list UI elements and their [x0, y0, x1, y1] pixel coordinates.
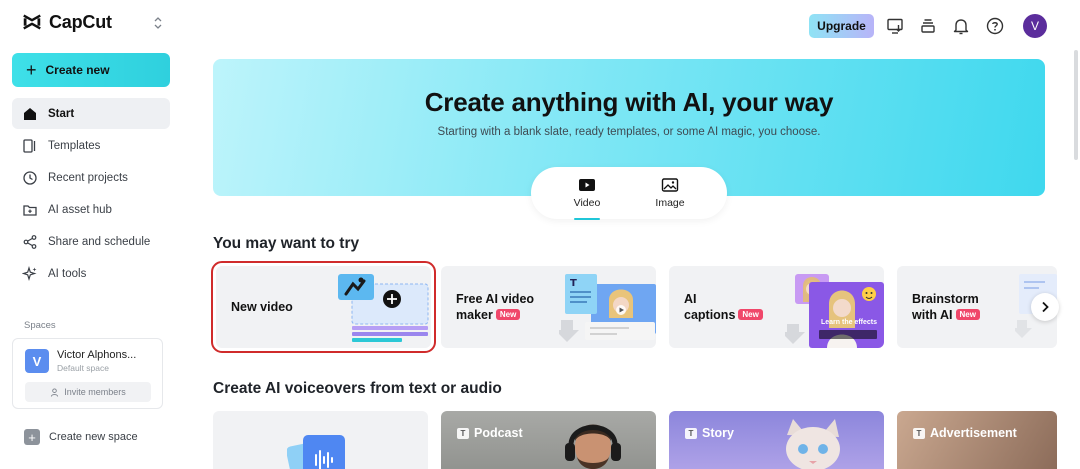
sidebar-item-templates[interactable]: Templates [12, 130, 170, 161]
card-label: AI captions New [684, 291, 763, 323]
voiceover-card-advertisement[interactable]: T Advertisement [897, 411, 1057, 469]
space-name: Victor Alphons... [57, 349, 137, 361]
chevron-right-icon [1042, 301, 1049, 313]
new-badge: New [955, 309, 980, 320]
tab-label: Image [655, 197, 685, 209]
spaces-heading: Spaces [24, 320, 56, 331]
tab-video[interactable]: Video [557, 177, 617, 209]
plus-icon: + [26, 60, 37, 80]
sidebar-item-label: AI tools [48, 267, 87, 280]
invite-members-label: Invite members [64, 387, 126, 397]
sparkle-icon [22, 265, 37, 281]
card-label: T Advertisement [913, 426, 1017, 440]
ai-captions-card[interactable]: AI captions New Learn the effects [669, 266, 884, 348]
svg-text:T: T [570, 278, 577, 289]
help-icon[interactable] [985, 16, 1005, 36]
story-cat-image [786, 419, 840, 469]
card-label-line2-text: maker [456, 308, 493, 322]
voiceover-card-audio[interactable] [213, 411, 428, 469]
sidebar-item-label: Start [48, 107, 75, 120]
media-type-switcher: Video Image [531, 167, 727, 220]
share-icon [23, 234, 37, 249]
home-icon [24, 107, 36, 120]
asset-hub-icon [23, 204, 37, 216]
page-scrollbar[interactable] [1074, 50, 1078, 160]
sidebar-item-label: Templates [48, 139, 101, 152]
sidebar: CapCut + Create new Start Templates Rece… [0, 0, 182, 469]
brand-name: CapCut [49, 11, 112, 32]
card-label-line2: maker New [456, 307, 534, 323]
voiceover-section-title: Create AI voiceovers from text or audio [213, 380, 502, 397]
carousel-next-button[interactable] [1031, 293, 1059, 321]
ai-video-maker-illustration: T [559, 274, 656, 342]
brand[interactable]: CapCut [21, 11, 112, 33]
image-icon [661, 178, 679, 192]
sidebar-item-label: AI asset hub [48, 203, 112, 216]
capcut-logo-icon [23, 14, 41, 30]
sidebar-item-share-and-schedule[interactable]: Share and schedule [12, 226, 170, 257]
clock-icon [23, 170, 37, 185]
card-label-text: Podcast [474, 426, 523, 440]
card-label: Free AI video maker New [456, 291, 534, 323]
sidebar-item-label: Share and schedule [48, 235, 151, 248]
user-icon [51, 387, 59, 397]
card-label-line1: Brainstorm [912, 292, 979, 306]
bell-icon[interactable] [951, 16, 971, 36]
tab-label: Video [573, 197, 601, 209]
stack-icon[interactable] [918, 16, 938, 36]
card-label: T Podcast [457, 426, 523, 440]
active-tab-indicator [574, 218, 600, 220]
create-new-space-button[interactable]: + Create new space [24, 429, 138, 445]
caption-overlay-text: Learn the effects [820, 319, 878, 326]
invite-members-button[interactable]: Invite members [25, 382, 151, 402]
sidebar-item-start[interactable]: Start [12, 98, 170, 129]
new-video-card[interactable]: New video [211, 261, 436, 353]
voiceover-card-podcast[interactable]: T Podcast [441, 411, 656, 469]
text-tag-icon: T [913, 427, 925, 439]
audio-wave-illustration [287, 435, 345, 469]
templates-icon [23, 138, 36, 153]
upgrade-button[interactable]: Upgrade [809, 14, 874, 38]
hero-subtitle: Starting with a blank slate, ready templ… [437, 126, 821, 138]
sidebar-item-recent-projects[interactable]: Recent projects [12, 162, 170, 193]
plus-icon: + [24, 429, 40, 445]
voiceover-card-story[interactable]: T Story [669, 411, 884, 469]
sidebar-item-ai-asset-hub[interactable]: AI asset hub [12, 194, 170, 225]
card-label-line2: captions New [684, 307, 763, 323]
card-label-line2-text: captions [684, 308, 736, 322]
card-label: Brainstorm with AI New [912, 291, 980, 323]
text-tag-icon: T [457, 427, 469, 439]
tab-image[interactable]: Image [640, 177, 700, 209]
card-label: T Story [685, 426, 734, 440]
card-label-text: Advertisement [930, 426, 1017, 440]
text-tag-icon: T [685, 427, 697, 439]
new-video-illustration [338, 274, 429, 342]
video-icon [579, 179, 595, 191]
ai-captions-illustration [785, 274, 884, 348]
card-label-line2-text: with AI [912, 308, 953, 322]
try-section-title: You may want to try [213, 235, 360, 252]
free-ai-video-maker-card[interactable]: Free AI video maker New T [441, 266, 656, 348]
hero-title: Create anything with AI, your way [424, 87, 834, 117]
sidebar-item-label: Recent projects [48, 171, 128, 184]
create-new-space-label: Create new space [49, 431, 138, 443]
create-new-label: Create new [45, 63, 110, 77]
sidebar-item-ai-tools[interactable]: AI tools [12, 258, 170, 289]
space-subtitle: Default space [57, 363, 109, 373]
card-label-line2: with AI New [912, 307, 980, 323]
create-new-button[interactable]: + Create new [12, 53, 170, 87]
card-label-line1: Free AI video [456, 292, 535, 306]
new-badge: New [495, 309, 521, 320]
card-label-text: Story [702, 426, 734, 440]
user-avatar[interactable]: V [1023, 14, 1047, 38]
space-card[interactable]: V Victor Alphons... Default space Invite… [12, 338, 163, 409]
new-badge: New [738, 309, 763, 320]
card-label-line1: AI [684, 292, 697, 306]
space-avatar: V [25, 349, 49, 373]
chevron-updown-icon[interactable] [152, 15, 164, 31]
sidebar-nav: Start Templates Recent projects AI asset… [12, 98, 170, 290]
card-label: New video [231, 300, 293, 314]
podcast-host-image [565, 424, 621, 469]
desktop-download-icon[interactable] [885, 16, 905, 36]
